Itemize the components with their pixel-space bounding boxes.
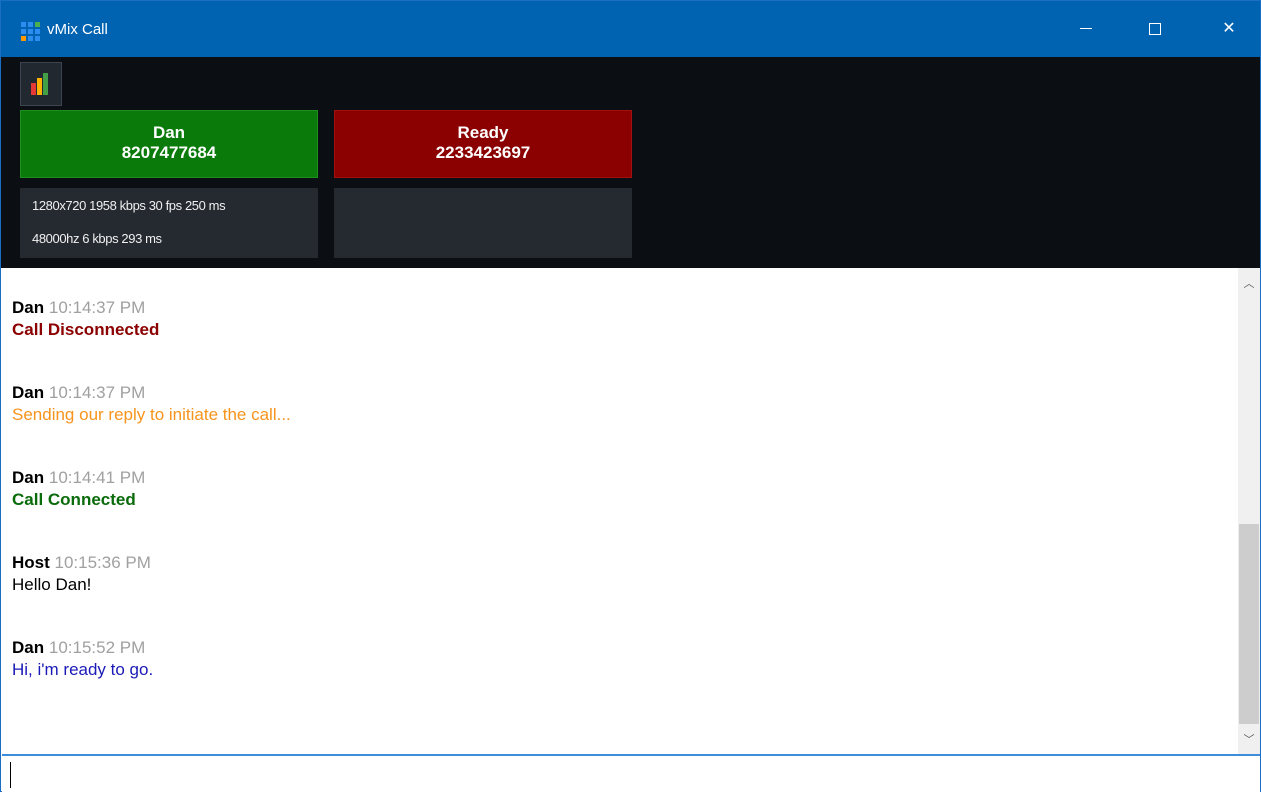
message-text: Hi, i'm ready to go.	[12, 660, 154, 679]
audio-stats: 48000hz 6 kbps 293 ms	[32, 231, 162, 246]
close-button[interactable]: ✕	[1206, 1, 1252, 57]
audio-meter-button[interactable]	[20, 62, 62, 106]
chevron-down-icon: ﹀	[1243, 734, 1255, 746]
caller-number: 8207477684	[121, 143, 217, 162]
chat-log: Dan 10:14:37 PM Call Disconnected Dan 10…	[2, 268, 1238, 754]
maximize-icon	[1149, 22, 1161, 35]
minimize-button[interactable]	[1063, 1, 1109, 57]
maximize-button[interactable]	[1132, 1, 1178, 57]
chat-message: Dan 10:15:52 PM Hi, i'm ready to go.	[12, 637, 912, 681]
caller-number: 2233423697	[435, 143, 531, 162]
message-text: Sending our reply to initiate the call..…	[12, 405, 291, 424]
video-stats: 1280x720 1958 kbps 30 fps 250 ms	[32, 198, 226, 213]
message-sender: Dan	[12, 298, 45, 317]
scroll-up-button[interactable]: ︿	[1238, 274, 1260, 294]
message-sender: Host	[12, 553, 50, 572]
message-time: 10:15:52 PM	[48, 638, 146, 657]
chat-message: Dan 10:14:37 PM Call Disconnected	[12, 297, 912, 341]
caller-tile-ready[interactable]: Ready 2233423697	[334, 110, 632, 178]
message-time: 10:14:37 PM	[48, 298, 146, 317]
caller-name: Ready	[457, 123, 509, 142]
chat-message: Dan 10:14:41 PM Call Connected	[12, 467, 912, 511]
scroll-down-button[interactable]: ﹀	[1238, 730, 1260, 750]
call-status-panel: Dan 8207477684 Ready 2233423697 1280x720…	[1, 57, 1260, 268]
vmix-call-window: vMix Call ✕ Dan 8207477684 Ready 2233423…	[0, 0, 1261, 792]
chat-message: Host 10:15:36 PM Hello Dan!	[12, 552, 912, 596]
message-sender: Dan	[12, 383, 45, 402]
message-sender: Dan	[12, 638, 45, 657]
message-time: 10:14:41 PM	[48, 468, 146, 487]
connection-stats-empty	[334, 188, 632, 258]
caller-tile-dan[interactable]: Dan 8207477684	[20, 110, 318, 178]
message-time: 10:15:36 PM	[54, 553, 151, 572]
vmix-logo-icon	[21, 22, 41, 41]
caller-name: Dan	[152, 123, 186, 142]
text-caret	[10, 762, 11, 788]
window-title: vMix Call	[47, 21, 108, 38]
message-input[interactable]	[2, 754, 1260, 792]
message-sender: Dan	[12, 468, 45, 487]
connection-stats: 1280x720 1958 kbps 30 fps 250 ms 48000hz…	[20, 188, 318, 258]
message-time: 10:14:37 PM	[48, 383, 146, 402]
scrollbar-thumb[interactable]	[1239, 524, 1259, 724]
title-bar[interactable]: vMix Call ✕	[1, 1, 1260, 57]
chat-message: Dan 10:14:37 PM Sending our reply to ini…	[12, 382, 912, 426]
close-icon: ✕	[1222, 20, 1236, 37]
minimize-icon	[1080, 28, 1092, 30]
chat-scrollbar[interactable]: ︿ ﹀	[1238, 268, 1260, 754]
chevron-up-icon: ︿	[1243, 278, 1255, 290]
message-text: Call Connected	[12, 490, 136, 509]
message-text: Hello Dan!	[12, 575, 92, 594]
message-text: Call Disconnected	[12, 320, 160, 339]
